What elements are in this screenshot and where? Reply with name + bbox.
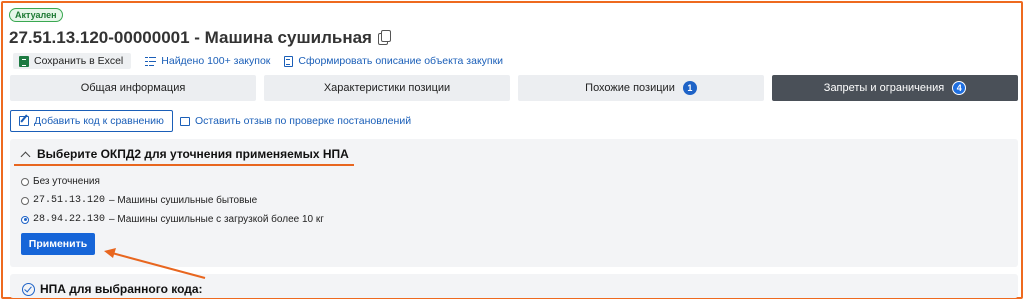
radio-button[interactable] xyxy=(21,177,29,186)
radio-option[interactable]: 27.51.13.120 – Машины сушильные бытовые xyxy=(21,191,324,210)
tab-characteristics[interactable]: Характеристики позиции xyxy=(264,75,510,101)
save-excel-button[interactable]: Сохранить в Excel xyxy=(13,53,132,69)
copy-icon[interactable] xyxy=(377,30,392,46)
describe-object-link[interactable]: Сформировать описание объекта закупки xyxy=(284,55,503,67)
tab-label: Общая информация xyxy=(80,82,186,94)
apply-button[interactable]: Применить xyxy=(21,233,95,255)
edit-icon xyxy=(19,116,29,126)
document-icon xyxy=(284,55,294,67)
chat-icon xyxy=(180,116,190,126)
radio-option-label: – Машины сушильные с загрузкой более 10 … xyxy=(109,214,324,225)
okpd-options: Без уточнения 27.51.13.120 – Машины суши… xyxy=(21,172,324,229)
tab-label: Характеристики позиции xyxy=(323,82,451,94)
tab-label: Похожие позиции xyxy=(585,82,675,94)
chevron-up-icon[interactable] xyxy=(20,151,31,161)
page-title: 27.51.13.120-00000001 - Машина сушильная xyxy=(9,28,392,48)
list-icon xyxy=(145,56,157,66)
status-badge: Актуален xyxy=(9,8,63,22)
found-purchases-label: Найдено 100+ закупок xyxy=(161,55,271,67)
tab-count-badge: 4 xyxy=(952,81,967,95)
page-title-text: 27.51.13.120-00000001 - Машина сушильная xyxy=(9,28,372,47)
tab-similar[interactable]: Похожие позиции 1 xyxy=(518,75,764,101)
radio-option-code: 27.51.13.120 xyxy=(33,195,106,206)
npa-panel-title: НПА для выбранного кода: xyxy=(40,282,203,296)
describe-object-label: Сформировать описание объекта закупки xyxy=(298,55,504,67)
radio-button[interactable] xyxy=(21,196,29,205)
highlight-underline xyxy=(14,164,354,166)
radio-option-label: – Машины сушильные бытовые xyxy=(109,195,258,206)
leave-review-label: Оставить отзыв по проверке постановлений xyxy=(195,115,412,127)
npa-panel-header[interactable]: НПА для выбранного кода: xyxy=(22,282,203,296)
found-purchases-link[interactable]: Найдено 100+ закупок xyxy=(145,55,270,67)
add-to-compare-label: Добавить код к сравнению xyxy=(34,115,164,127)
tab-count-badge: 1 xyxy=(682,81,697,95)
tab-restrictions[interactable]: Запреты и ограничения 4 xyxy=(772,75,1018,101)
okpd-panel-title: Выберите ОКПД2 для уточнения применяемых… xyxy=(37,147,349,161)
save-excel-label: Сохранить в Excel xyxy=(34,55,124,67)
tab-general[interactable]: Общая информация xyxy=(10,75,256,101)
action-bar: Сохранить в Excel Найдено 100+ закупок С… xyxy=(13,53,503,69)
leave-review-link[interactable]: Оставить отзыв по проверке постановлений xyxy=(180,115,411,127)
okpd-panel-header[interactable]: Выберите ОКПД2 для уточнения применяемых… xyxy=(20,147,349,161)
radio-option[interactable]: 28.94.22.130 – Машины сушильные с загруз… xyxy=(21,210,324,229)
radio-option[interactable]: Без уточнения xyxy=(21,172,324,191)
radio-option-code: 28.94.22.130 xyxy=(33,214,106,225)
add-to-compare-button[interactable]: Добавить код к сравнению xyxy=(10,110,173,132)
npa-panel: НПА для выбранного кода: xyxy=(10,274,1018,298)
check-circle-icon xyxy=(22,282,35,296)
radio-option-label: Без уточнения xyxy=(33,176,100,187)
tab-bar: Общая информация Характеристики позиции … xyxy=(10,75,1018,101)
tab-label: Запреты и ограничения xyxy=(823,82,945,94)
radio-button-selected[interactable] xyxy=(21,215,29,224)
excel-icon xyxy=(19,55,29,67)
